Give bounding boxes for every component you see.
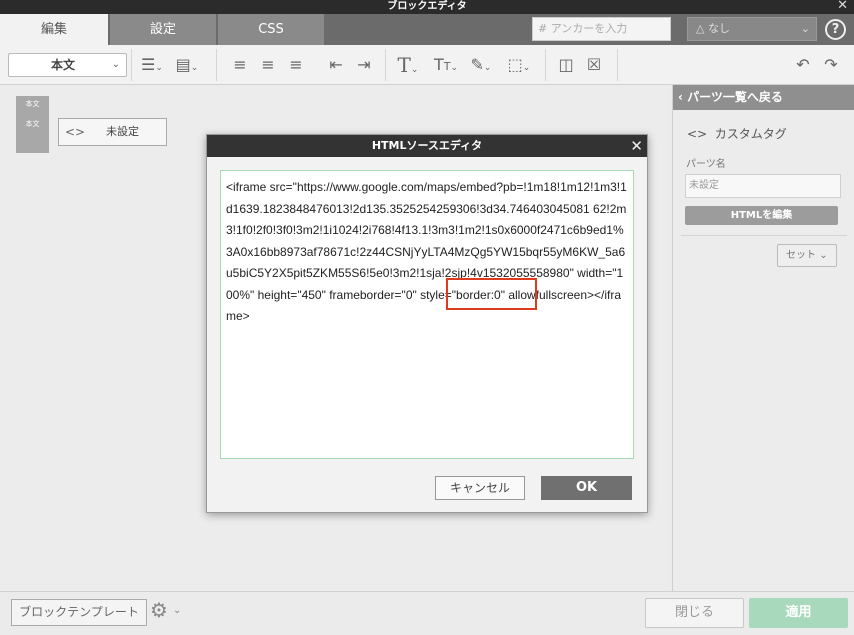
tabs-bar: 編集 設定 CSS # アンカーを入力 △ なし ⌄ ? bbox=[0, 14, 854, 45]
close-button[interactable]: 閉じる bbox=[645, 598, 744, 628]
align-center-icon[interactable]: ≡ bbox=[257, 53, 279, 77]
clear-format-icon[interactable]: ☒ bbox=[583, 53, 605, 77]
format-toolbar: 本文 ⌄ ☰⌄ ▤⌄ ≡ ≡ ≡ ⇤ ⇥ T⌄ TT⌄ ✎⌄ ⬚⌄ ◫ ☒ ↶ … bbox=[0, 45, 854, 85]
html-source-editor-dialog: HTMLソースエディタ ✕ <iframe src="https://www.g… bbox=[206, 134, 648, 513]
block-tag-label: 本文 本文 bbox=[16, 96, 49, 153]
list-icon[interactable]: ☰⌄ bbox=[137, 53, 167, 77]
tab-css[interactable]: CSS bbox=[218, 14, 324, 45]
ok-button[interactable]: OK bbox=[541, 476, 632, 500]
color-select-icon: △ bbox=[696, 22, 708, 35]
custom-tag-heading: <> カスタムタグ bbox=[687, 125, 787, 142]
chevron-down-icon: ⌄ bbox=[111, 59, 120, 70]
dialog-title: HTMLソースエディタ bbox=[371, 139, 483, 152]
parts-name-label: パーツ名 bbox=[686, 159, 726, 170]
window-close-icon[interactable]: ✕ bbox=[837, 0, 848, 13]
redo-icon[interactable]: ↷ bbox=[820, 53, 842, 77]
chevron-down-icon: ⌄ bbox=[819, 250, 828, 261]
block-template-button[interactable]: ブロックテンプレート bbox=[11, 599, 147, 626]
toolbar-divider bbox=[545, 49, 546, 81]
outdent-icon[interactable]: ⇤ bbox=[325, 53, 347, 77]
window-titlebar: ブロックエディタ ✕ bbox=[0, 0, 854, 14]
chevron-down-icon: ⌄ bbox=[800, 22, 810, 35]
close-icon[interactable]: ✕ bbox=[630, 135, 643, 157]
border-icon[interactable]: ⬚⌄ bbox=[502, 53, 536, 77]
chevron-down-icon[interactable]: ⌄ bbox=[173, 605, 181, 616]
chevron-left-icon: ‹ bbox=[678, 90, 688, 104]
tab-edit[interactable]: 編集 bbox=[0, 14, 108, 45]
help-icon[interactable]: ? bbox=[825, 19, 846, 40]
font-size-icon[interactable]: TT⌄ bbox=[430, 53, 462, 77]
block-label: 未設定 bbox=[106, 125, 139, 138]
cancel-button[interactable]: キャンセル bbox=[435, 476, 525, 500]
paragraph-style-select[interactable]: 本文 ⌄ bbox=[8, 53, 127, 77]
color-select[interactable]: △ なし ⌄ bbox=[687, 17, 817, 41]
undo-icon[interactable]: ↶ bbox=[792, 53, 814, 77]
align-left-icon[interactable]: ≡ bbox=[229, 53, 251, 77]
eyedropper-icon[interactable]: ✎⌄ bbox=[466, 53, 496, 77]
align-block-icon[interactable]: ▤⌄ bbox=[172, 53, 202, 77]
anchor-input[interactable]: # アンカーを入力 bbox=[532, 17, 671, 41]
paragraph-style-value: 本文 bbox=[51, 58, 76, 72]
html-code-textarea[interactable]: <iframe src="https://www.google.com/maps… bbox=[220, 170, 634, 459]
column-icon[interactable]: ◫ bbox=[555, 53, 577, 77]
code-icon: <> bbox=[687, 127, 708, 141]
align-right-icon[interactable]: ≡ bbox=[285, 53, 307, 77]
bottom-bar: ブロックテンプレート ⚙ ⌄ 閉じる 適用 bbox=[0, 591, 854, 635]
toolbar-divider bbox=[216, 49, 217, 81]
block-tag: 本文 bbox=[25, 120, 40, 128]
code-icon: <> bbox=[65, 125, 86, 139]
highlight-annotation bbox=[446, 278, 537, 310]
tab-settings[interactable]: 設定 bbox=[110, 14, 216, 45]
apply-button[interactable]: 適用 bbox=[749, 598, 848, 628]
toolbar-divider bbox=[131, 49, 132, 81]
back-to-parts-link[interactable]: ‹ パーツ一覧へ戻る bbox=[673, 85, 854, 110]
toolbar-divider bbox=[385, 49, 386, 81]
gear-icon[interactable]: ⚙ bbox=[150, 598, 168, 622]
window-title: ブロックエディタ bbox=[387, 1, 467, 12]
parts-name-input[interactable]: 未設定 bbox=[685, 174, 841, 198]
panel-divider bbox=[681, 235, 847, 236]
set-button-label: セット bbox=[786, 250, 816, 261]
edit-html-button[interactable]: HTMLを編集 bbox=[685, 206, 838, 225]
text-icon[interactable]: T⌄ bbox=[393, 53, 423, 77]
block-tag: 本文 bbox=[25, 100, 40, 108]
toolbar-divider bbox=[617, 49, 618, 81]
custom-tag-label: カスタムタグ bbox=[714, 127, 787, 141]
dialog-header: HTMLソースエディタ ✕ bbox=[207, 135, 647, 157]
set-button[interactable]: セット ⌄ bbox=[777, 244, 837, 267]
parts-panel: ‹ パーツ一覧へ戻る <> カスタムタグ パーツ名 未設定 HTMLを編集 セッ… bbox=[672, 85, 854, 591]
custom-tag-block[interactable]: <> 未設定 bbox=[58, 118, 167, 146]
indent-icon[interactable]: ⇥ bbox=[353, 53, 375, 77]
color-select-value: なし bbox=[707, 22, 730, 35]
back-label: パーツ一覧へ戻る bbox=[687, 90, 783, 104]
